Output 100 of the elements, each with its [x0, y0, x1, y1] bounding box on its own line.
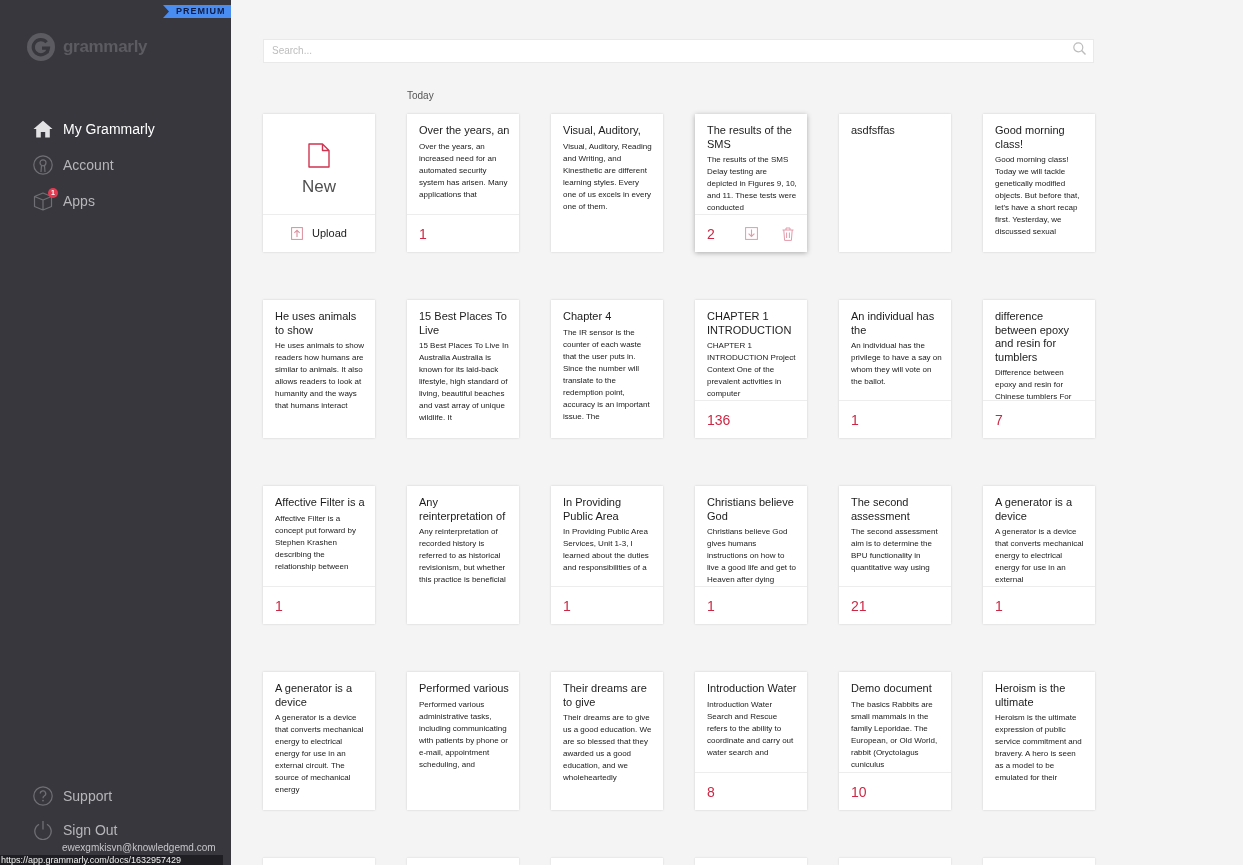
alert-count: 1: [707, 597, 715, 614]
alert-count: 1: [563, 597, 571, 614]
trash-icon[interactable]: [782, 226, 794, 241]
document-card[interactable]: asdfsffas: [839, 114, 951, 252]
document-title: Good morning class!: [995, 124, 1066, 151]
nav-item[interactable]: Sign Out: [33, 818, 118, 842]
document-card[interactable]: 15 Best Places To Live 15 Best Places To Live In Australia Australia is known for its laid-back lifestyle, high standard of living, beautiful beaches and vast array of unique wildlife. It: [407, 300, 519, 438]
document-title: The second assessment: [851, 496, 911, 523]
document-card[interactable]: An individual has the An individual has the privilege to have a say on whom they will vote on the ballot. 1: [839, 300, 951, 438]
document-card[interactable]: difference between epoxy and resin for tumblers Difference between epoxy and resin for Chinese tumblers For 7: [983, 300, 1095, 438]
document-title: 15 Best Places To Live: [419, 310, 508, 337]
document-card[interactable]: The second assessment The second assessment aim is to determine the BPU functionality in quantitative way using 21: [839, 486, 951, 624]
alert-count: 21: [851, 597, 867, 614]
document-title: A generator is a device: [995, 496, 1074, 523]
power-icon: [33, 820, 53, 840]
document-excerpt: The second assessment aim is to determine the BPU functionality in quantitative way using: [851, 526, 939, 574]
document-excerpt: The IR sensor is the counter of each waste that the user puts in. Since the number will translate to the redemption point, accuracy is an important issue. The: [563, 326, 651, 423]
alert-count: 1: [995, 597, 1003, 614]
document-title: Affective Filter is a: [275, 496, 366, 510]
document-card[interactable]: He uses animals to show He uses animals to show readers how humans are similar to animals. It also allows readers to look at humanity and the ways that humans interact: [263, 300, 375, 438]
document-excerpt: In Providing Public Area Services, Unit 1-3, I learned about the duties and responsibilities of a: [563, 526, 650, 574]
alert-count: 2: [707, 225, 715, 242]
document-title: Christians believe God: [707, 496, 795, 523]
alert-count: 1: [851, 411, 859, 428]
box-icon: [33, 191, 53, 211]
document-title: Introduction Water: [707, 682, 798, 696]
document-title: Their dreams are to give: [563, 682, 648, 709]
document-title: Performed various: [419, 682, 510, 696]
alert-count: 1: [275, 597, 283, 614]
document-title: CHAPTER 1 INTRODUCTION: [707, 310, 793, 337]
document-card[interactable]: Heroism is the ultimate Heroism is the ultimate expression of public service commitment and bravery. A hero is seen as a model to be emulated for their: [983, 672, 1095, 810]
document-excerpt: Difference between epoxy and resin for Chinese tumblers For: [995, 367, 1073, 403]
document-title: In Providing Public Area: [563, 496, 623, 523]
help-icon: [33, 786, 53, 806]
nav-item[interactable]: Support: [33, 784, 113, 808]
upload-icon: [291, 227, 304, 240]
person-icon: [33, 155, 53, 175]
alert-count: 1: [419, 225, 427, 242]
document-card[interactable]: Their dreams are to give Their dreams are to give us a good education. We are so blessed that they awarded us a good education, and we wholeheartedly: [551, 672, 663, 810]
document-card[interactable]: Any reinterpretation of Any reinterpretation of recorded history is referred to as historical revisionism, but whether this practice is beneficial: [407, 486, 519, 624]
document-excerpt: 15 Best Places To Live In Australia Australia is known for its laid-back lifestyle, high standard of living, beautiful beaches and vast array of unique wildlife. It: [419, 340, 510, 424]
document-excerpt: He uses animals to show readers how humans are similar to animals. It also allows readers to look at humanity and the ways that humans interact: [275, 340, 365, 412]
document-title: asdfsffas: [851, 124, 896, 138]
alert-count: 136: [707, 411, 731, 428]
document-card[interactable]: Introduction Water Introduction Water Search and Rescue refers to the ability to coordinate and carry out water search and 8: [695, 672, 807, 810]
document-title: Heroism is the ultimate: [995, 682, 1067, 709]
document-card[interactable]: Demo document The basics Rabbits are small mammals in the family Leporidae. The European, or Old World, rabbit (Oryctolagus cuniculus 10: [839, 672, 951, 810]
document-excerpt: The basics Rabbits are small mammals in the family Leporidae. The European, or Old World, rabbit (Oryctolagus cuniculus: [851, 698, 939, 771]
document-excerpt: Christians believe God gives humans instructions on how to live a good life and get to Heaven after dying: [707, 526, 797, 586]
document-title: difference between epoxy and resin for tumblers: [995, 310, 1070, 364]
alert-count: 10: [851, 783, 867, 800]
account-email: ewexgmkisvn@knowledgemd.com: [62, 842, 216, 853]
document-excerpt: Their dreams are to give us a good education. We are so blessed that they awarded us a good education, and we wholeheartedly: [563, 712, 653, 784]
document-title: Any reinterpretation of: [419, 496, 507, 523]
alert-count: 8: [707, 783, 715, 800]
new-document-button[interactable]: New: [263, 114, 375, 214]
document-card[interactable]: In Providing Public Area In Providing Public Area Services, Unit 1-3, I learned about the duties and responsibilities of a 1: [551, 486, 663, 624]
document-card[interactable]: CHAPTER 1 INTRODUCTION CHAPTER 1 INTRODUCTION Project Context One of the prevalent activities in computer 136: [695, 300, 807, 438]
document-icon: [308, 143, 330, 168]
document-excerpt: Performed various administrative tasks, including communicating with patients by phone or e-mail, appointment scheduling, and: [419, 698, 509, 771]
home-icon: [33, 120, 53, 138]
document-excerpt: Any reinterpretation of recorded history is referred to as historical revisionism, but whether this practice is beneficial: [419, 526, 507, 586]
document-excerpt: Affective Filter is a concept put forward by Stephen Krashen describing the relationship between: [275, 512, 357, 573]
section-label: Today: [407, 90, 434, 102]
nav-item[interactable]: My Grammarly: [33, 111, 155, 147]
document-title: He uses animals to show: [275, 310, 358, 337]
document-excerpt: Introduction Water Search and Rescue refers to the ability to coordinate and carry out water search and: [707, 698, 795, 759]
document-excerpt: Over the years, an increased need for an automated security system has arisen. Many applications that: [419, 140, 509, 201]
document-card[interactable]: A generator is a device A generator is a device that converts mechanical energy to electrical energy for use in an external 1: [983, 486, 1095, 624]
document-card[interactable]: Over the years, an Over the years, an increased need for an automated security system has arisen. Many applications that 1: [407, 114, 519, 252]
document-excerpt: The results of the SMS Delay testing are depicted in Figures 9, 10, and 11. These tests were conducted: [707, 154, 798, 214]
document-card[interactable]: Performed various Performed various administrative tasks, including communicating with patients by phone or e-mail, appointment scheduling, and: [407, 672, 519, 810]
logo-icon: [27, 33, 55, 61]
document-card[interactable]: Good morning class! Good morning class! Today we will tackle genetically modified objects. But before that, let's have a short recap first. Yesterday, we discussed sexual: [983, 114, 1095, 252]
upload-button[interactable]: Upload: [263, 214, 375, 252]
document-excerpt: Good morning class! Today we will tackle genetically modified objects. But before that, let's have a short recap first. Yesterday, we discussed sexual: [995, 154, 1081, 238]
status-url: https://app.grammarly.com/docs/1632957429: [0, 855, 223, 865]
document-title: Over the years, an: [419, 124, 510, 138]
search-field[interactable]: Search...: [263, 38, 1094, 63]
document-card[interactable]: Chapter 4 The IR sensor is the counter of each waste that the user puts in. Since the number will translate to the redemption point, accuracy is an important issue. The: [551, 300, 663, 438]
document-card[interactable]: A generator is a device A generator is a device that converts mechanical energy to electrical energy for use in an external circuit. The source of mechanical energy: [263, 672, 375, 810]
document-card[interactable]: Visual, Auditory, Visual, Auditory, Reading and Writing, and Kinesthetic are different learning styles. Every one of us excels in every one of them.: [551, 114, 663, 252]
document-title: The results of the SMS: [707, 124, 793, 151]
document-excerpt: Visual, Auditory, Reading and Writing, and Kinesthetic are different learning styles. Every one of us excels in every one of them.: [563, 140, 653, 213]
document-title: Visual, Auditory,: [563, 124, 642, 138]
download-icon[interactable]: [745, 227, 758, 240]
document-excerpt: A generator is a device that converts mechanical energy to electrical energy for use in an external circuit. The source of mechanical energy: [275, 712, 365, 796]
document-excerpt: A generator is a device that converts mechanical energy to electrical energy for use in an external: [995, 526, 1085, 586]
document-card[interactable]: Affective Filter is a Affective Filter is a concept put forward by Stephen Krashen describing the relationship between 1: [263, 486, 375, 624]
document-card[interactable]: The results of the SMS The results of the SMS Delay testing are depicted in Figures 9, 10, and 11. These tests were conducted 2: [695, 114, 807, 252]
nav-item[interactable]: Account: [33, 147, 114, 183]
document-excerpt: An individual has the privilege to have a say on whom they will vote on the ballot.: [851, 340, 942, 388]
document-title: Chapter 4: [563, 310, 613, 324]
alert-count: 7: [995, 411, 1003, 428]
search-icon[interactable]: [1073, 42, 1086, 55]
premium-ribbon: PREMIUM: [163, 5, 231, 18]
document-card[interactable]: Christians believe God Christians believe God gives humans instructions on how to live a good life and get to Heaven after dying 1: [695, 486, 807, 624]
document-excerpt: CHAPTER 1 INTRODUCTION Project Context One of the prevalent activities in computer: [707, 340, 797, 400]
document-title: Demo document: [851, 682, 933, 696]
document-title: A generator is a device: [275, 682, 354, 709]
